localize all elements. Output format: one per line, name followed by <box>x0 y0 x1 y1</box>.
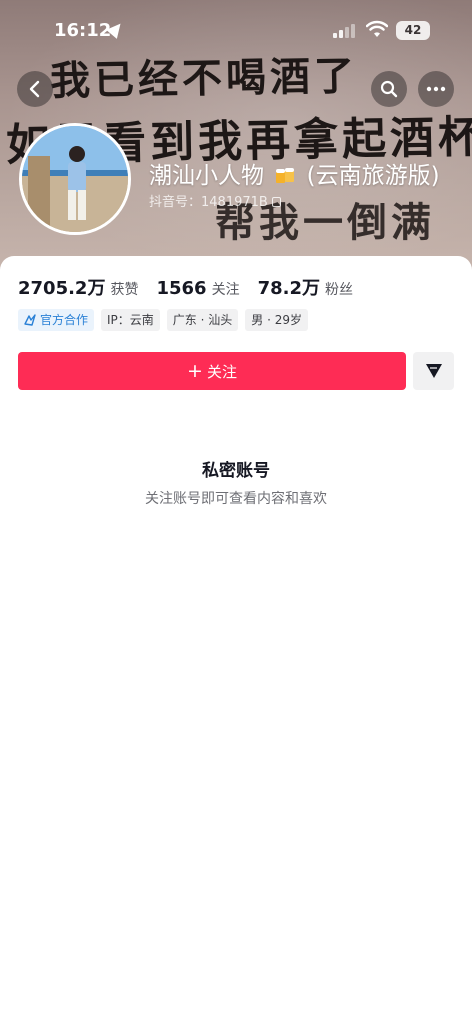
stat-followers-label: 粉丝 <box>325 282 353 298</box>
profile-id-text: 抖音号：1481971B <box>149 195 268 210</box>
more-icon <box>426 86 446 92</box>
stat-following-label: 关注 <box>211 282 240 298</box>
signal-icon <box>333 24 355 38</box>
stat-following[interactable]: 1566 关注 <box>156 278 239 299</box>
profile-id[interactable]: 抖音号：1481971B <box>149 191 281 210</box>
share-button[interactable] <box>413 352 454 390</box>
private-account-description: 关注账号即可查看内容和喜欢 <box>145 491 327 507</box>
tag-ip: IP：云南 <box>101 309 160 331</box>
status-time: 16:12 <box>54 20 112 41</box>
back-button[interactable] <box>17 71 53 107</box>
follow-button[interactable]: + 关注 <box>18 352 406 390</box>
battery-indicator: 42 <box>396 21 430 40</box>
avatar[interactable] <box>19 123 131 235</box>
profile-tags: 官方合作 IP：云南 广东 · 汕头 男 · 29岁 <box>18 309 315 331</box>
stat-likes-number: 2705.2万 <box>18 278 106 299</box>
stat-likes-label: 获赞 <box>110 282 139 298</box>
copy-icon[interactable] <box>271 197 281 207</box>
profile-name: 潮汕小人物 (云南旅游版) <box>149 156 440 190</box>
private-account-title: 私密账号 <box>202 461 270 481</box>
stat-followers-number: 78.2万 <box>257 278 320 299</box>
official-icon <box>24 314 36 326</box>
tag-official-label: 官方合作 <box>40 313 89 327</box>
back-icon <box>29 80 40 98</box>
profile-name-prefix: 潮汕小人物 <box>149 163 264 189</box>
stat-followers[interactable]: 78.2万 粉丝 <box>258 274 353 300</box>
stat-following-number: 1566 <box>156 278 207 299</box>
stat-likes[interactable]: 2705.2万 获赞 <box>18 274 138 300</box>
tag-gender-age: 男 · 29岁 <box>245 309 308 331</box>
profile-name-suffix: (云南旅游版) <box>306 163 440 189</box>
share-icon <box>425 364 442 378</box>
status-bar: 16:12 42 <box>0 0 472 60</box>
follow-button-label: 关注 <box>206 362 237 381</box>
more-button[interactable] <box>418 71 454 107</box>
profile-card: 2705.2万 获赞 1566 关注 78.2万 粉丝 官方合作 IP：云南 广… <box>0 256 472 1024</box>
tag-location: 广东 · 汕头 <box>166 309 239 331</box>
stats-row: 2705.2万 获赞 1566 关注 78.2万 粉丝 <box>18 274 371 300</box>
search-button[interactable] <box>371 71 407 107</box>
tag-official[interactable]: 官方合作 <box>18 309 95 331</box>
search-icon <box>380 80 398 98</box>
beer-icon <box>276 168 295 183</box>
avatar-image <box>22 126 128 232</box>
wifi-icon <box>366 20 388 37</box>
plus-icon: + <box>187 359 203 382</box>
